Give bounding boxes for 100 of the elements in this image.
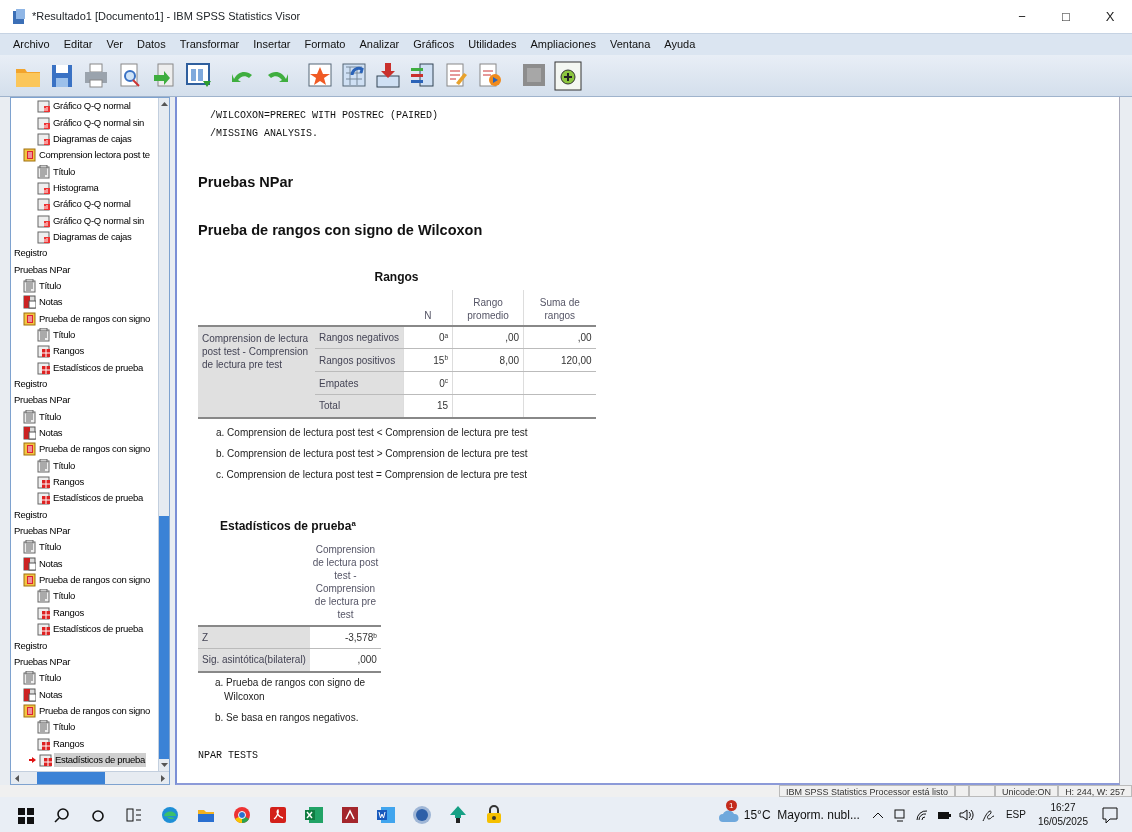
table-icon	[37, 622, 50, 637]
table-cell: 0$^{c}$	[403, 371, 453, 395]
menu-item[interactable]: Archivo	[6, 36, 57, 53]
close-button[interactable]: X	[1088, 5, 1132, 28]
tree-item[interactable]: Registro	[13, 507, 48, 522]
tree-item[interactable]: Prueba de rangos con signo	[38, 442, 152, 457]
menu-item[interactable]: Ampliaciones	[523, 36, 603, 53]
tree-item[interactable]: Pruebas NPar	[13, 393, 72, 408]
tree-item[interactable]: Registro	[13, 638, 48, 653]
language-indicator[interactable]: ESP	[1005, 807, 1026, 822]
tree-item[interactable]: Histograma	[52, 180, 100, 195]
book-icon	[23, 311, 36, 326]
tree-item[interactable]: Título	[38, 278, 62, 293]
book-icon	[23, 148, 36, 163]
menu-item[interactable]: Formato	[297, 36, 353, 53]
tree-item[interactable]: Comprension lectora post te	[38, 148, 151, 163]
footnote: b. Se basa en rangos negativos.	[214, 710, 360, 725]
notes-icon	[23, 556, 36, 571]
tree-item[interactable]: Estadísticos de prueba	[54, 752, 147, 767]
tree-item[interactable]: Título	[52, 328, 76, 342]
tree-item[interactable]: Registro	[13, 377, 48, 391]
tree-item[interactable]: Prueba de rangos con signo	[38, 311, 152, 326]
tree-item[interactable]: Título	[52, 720, 76, 735]
status-size: H: 244, W: 257	[1058, 785, 1132, 797]
plus-circle-icon[interactable]	[554, 59, 582, 92]
menu-item[interactable]: Ayuda	[657, 36, 703, 53]
menu-item[interactable]: Ventana	[602, 36, 658, 53]
minimize-button[interactable]: −	[1000, 5, 1044, 28]
tree-item[interactable]: Notas	[38, 295, 64, 310]
app-icon	[12, 8, 26, 25]
tree-item[interactable]: Título	[52, 589, 76, 604]
menu-item[interactable]: Insertar	[246, 36, 298, 53]
table-cell: -3,578$^{b}$	[309, 625, 381, 649]
column-header: Comprension de lectura post test - Comprension de lectura pre test	[309, 542, 381, 626]
tree-item[interactable]: Título	[38, 671, 62, 686]
footnote: c. Comprension de lectura post test = Comprension de lectura pre test	[215, 467, 528, 482]
tree-item[interactable]: Pruebas NPar	[13, 262, 72, 277]
tree-item[interactable]: Estadísticos de prueba	[52, 360, 145, 375]
tree-item[interactable]: Título	[38, 409, 62, 424]
tree-item[interactable]: Diagramas de cajas	[52, 131, 133, 146]
menu-item[interactable]: Datos	[129, 36, 173, 53]
tree-item[interactable]: Notas	[38, 556, 64, 571]
menu-item[interactable]: Gráficos	[406, 36, 462, 53]
tree-item[interactable]: Estadísticos de prueba	[52, 491, 145, 506]
status-cell	[969, 785, 996, 797]
footnote: a. Prueba de rangos con signo de Wilcoxon	[214, 675, 367, 704]
weather-text[interactable]: 15°C Mayorm. nubl...	[743, 805, 860, 824]
syntax-line: /MISSING ANALYSIS.	[209, 127, 320, 141]
clock-date[interactable]: 16/05/2025	[1037, 814, 1088, 829]
speaker-icon[interactable]	[957, 806, 974, 823]
tree-item[interactable]: Título	[38, 540, 62, 555]
document-icon	[37, 589, 50, 604]
table-icon	[37, 475, 50, 490]
table-title: Estadísticos de prueba$^{a}$	[220, 517, 356, 535]
column-header: Suma de rangos	[523, 289, 596, 326]
tree-item[interactable]: Prueba de rangos con signo	[38, 573, 152, 588]
menu-item[interactable]: Transformar	[172, 36, 247, 53]
tree-item[interactable]: Gráfico Q-Q normal sin	[52, 115, 146, 130]
tree-item[interactable]: Rangos	[52, 605, 85, 620]
tree-item[interactable]: Título	[52, 458, 76, 473]
tree-item[interactable]: Gráfico Q-Q normal sin	[52, 213, 146, 228]
column-header: N	[403, 289, 453, 326]
tree-item[interactable]: Gráfico Q-Q normal	[52, 197, 132, 212]
menu-item[interactable]: Analizar	[352, 36, 407, 53]
table-cell: 15$^{b}$	[403, 348, 453, 372]
table-icon	[37, 736, 50, 751]
chart-icon	[37, 115, 50, 130]
tree-item[interactable]: Estadísticos de prueba	[52, 622, 145, 637]
tree-item[interactable]: Pruebas NPar	[13, 654, 72, 669]
table-cell: 0$^{a}$	[403, 325, 453, 349]
document-icon	[37, 164, 50, 179]
menu-item[interactable]: Editar	[56, 36, 100, 53]
window-title: *Resultado1 [Documento1] - IBM SPSS Statistics Visor	[32, 9, 302, 25]
tree-item[interactable]: Prueba de rangos con signo	[38, 703, 152, 718]
row-label: Rangos positivos	[315, 348, 404, 372]
column-header: Rango promedio	[452, 289, 524, 326]
camera-icon[interactable]	[891, 806, 908, 823]
row-label: Sig. asintótica(bilateral)	[198, 648, 310, 672]
document-icon	[23, 409, 36, 424]
tree-item[interactable]: Gráfico Q-Q normal	[52, 99, 132, 114]
menu-item[interactable]: Ver	[99, 36, 130, 53]
notes-icon	[23, 295, 36, 310]
maximize-button[interactable]: □	[1044, 5, 1088, 28]
tree-item[interactable]: Rangos	[52, 475, 85, 490]
tree-item[interactable]: Diagramas de cajas	[52, 229, 133, 244]
tree-item[interactable]: Título	[52, 164, 76, 179]
document-icon	[23, 540, 36, 555]
tree-item[interactable]: Rangos	[52, 344, 85, 359]
clock-time[interactable]: 16:27	[1050, 800, 1076, 815]
tree-item[interactable]: Rangos	[52, 736, 85, 751]
menu-item[interactable]: Utilidades	[461, 36, 524, 53]
tree-item[interactable]: Pruebas NPar	[13, 524, 72, 539]
tree-item[interactable]: Notas	[38, 426, 64, 441]
tree-item[interactable]: Registro	[13, 246, 48, 261]
book-icon	[23, 703, 36, 718]
notification-icon[interactable]	[1100, 804, 1120, 825]
table-cell: 15	[403, 394, 453, 418]
book-icon	[23, 442, 36, 457]
tree-item[interactable]: Notas	[38, 687, 64, 702]
selection-arrow-icon	[29, 755, 37, 764]
